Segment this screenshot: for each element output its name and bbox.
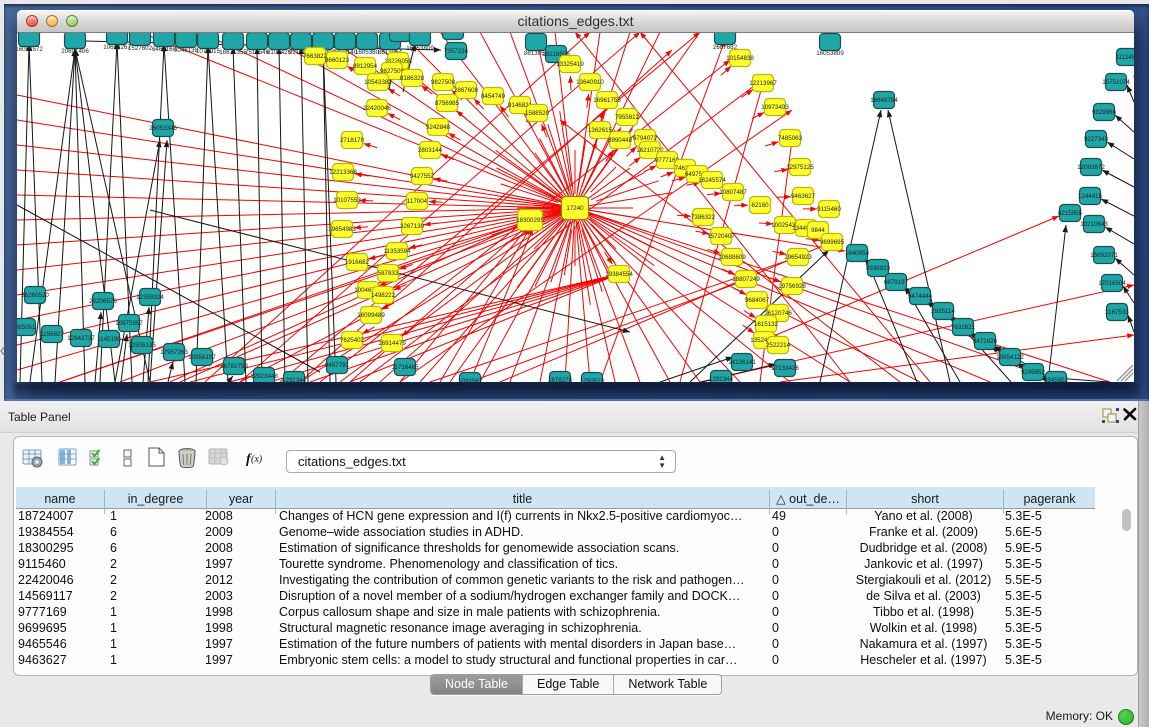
svg-text:(x): (x) (251, 454, 263, 465)
